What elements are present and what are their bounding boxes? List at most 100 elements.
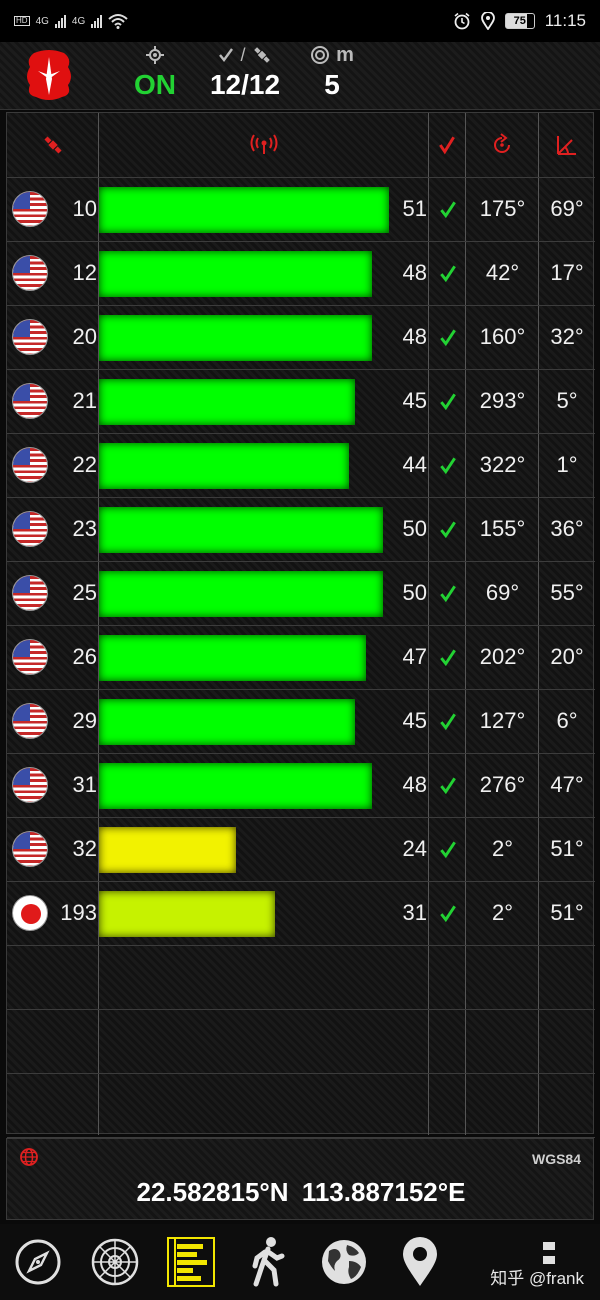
nav-walk-button[interactable] — [240, 1234, 296, 1290]
nav-radar-button[interactable] — [87, 1234, 143, 1290]
column-header-prn[interactable] — [7, 113, 98, 177]
used-in-fix — [429, 753, 466, 817]
alarm-icon — [454, 12, 470, 30]
snr-bar — [99, 251, 372, 297]
elevation-value: 47° — [550, 772, 584, 797]
nav-globe-button[interactable] — [316, 1234, 372, 1290]
used-in-fix — [429, 625, 466, 689]
satellite-prn: 29 — [72, 708, 97, 733]
hd-icon: HD — [14, 16, 30, 26]
sats-count-group: / 12/12 — [195, 42, 295, 102]
globe-small-icon — [20, 1148, 38, 1166]
used-in-fix — [429, 369, 466, 433]
snr-value: 44 — [402, 452, 427, 477]
satellite-row[interactable]: 32 24 2° 51° — [7, 817, 595, 881]
app-logo-icon — [27, 50, 71, 100]
azimuth-value: 160° — [479, 324, 526, 349]
gps-status-group: ON — [120, 42, 190, 102]
row-divider — [7, 177, 595, 178]
bottom-nav: 知乎 @frank — [0, 1224, 600, 1300]
snr-value: 31 — [402, 900, 427, 925]
satellite-row[interactable]: 10 51 175° 69° — [7, 177, 595, 241]
satellite-prn: 25 — [72, 580, 97, 605]
battery-icon: 75 — [504, 13, 535, 29]
satellite-prn: 26 — [72, 644, 97, 669]
row-divider — [7, 625, 595, 626]
signal-strength-header-icon — [250, 134, 277, 154]
satellite-row[interactable]: 31 48 276° 47° — [7, 753, 595, 817]
used-header-icon — [439, 136, 455, 155]
row-divider — [7, 945, 595, 946]
snr-value: 51 — [402, 196, 427, 221]
elevation-value: 6° — [556, 708, 578, 733]
azimuth-value: 175° — [479, 196, 526, 221]
used-check-icon — [439, 457, 456, 475]
elevation-value: 69° — [550, 196, 584, 221]
row-divider — [7, 497, 595, 498]
azimuth-value: 276° — [479, 772, 526, 797]
wifi-icon — [108, 14, 128, 29]
satellite-row[interactable]: 25 50 69° 55° — [7, 561, 595, 625]
satellite-prn: 22 — [72, 452, 97, 477]
satellite-row[interactable]: 23 50 155° 36° — [7, 497, 595, 561]
accuracy-group: m 5 — [300, 42, 364, 102]
azimuth-value: 127° — [479, 708, 526, 733]
satellite-row[interactable]: 193 31 2° 51° — [7, 881, 595, 945]
nav-location-button[interactable] — [392, 1234, 448, 1290]
nav-compass-button[interactable] — [10, 1234, 66, 1290]
row-divider — [7, 369, 595, 370]
snr-bar — [99, 635, 366, 681]
snr-bar — [99, 571, 383, 617]
used-in-fix — [429, 241, 466, 305]
nav-signal-button[interactable] — [163, 1234, 219, 1290]
flag-usa-icon — [12, 575, 48, 611]
satellite-row[interactable]: 26 47 202° 20° — [7, 625, 595, 689]
status-left: HD 4G 4G — [14, 13, 128, 29]
elevation-value: 5° — [556, 388, 578, 413]
elevation-value: 1° — [556, 452, 578, 477]
network-type-2: 4G — [71, 15, 86, 27]
snr-bar — [99, 443, 349, 489]
row-divider — [7, 561, 595, 562]
satellite-row[interactable]: 29 45 127° 6° — [7, 689, 595, 753]
column-header-signal[interactable] — [99, 113, 428, 177]
satellite-prn: 12 — [72, 260, 97, 285]
column-header-azimuth[interactable] — [466, 113, 538, 177]
elevation-value: 55° — [550, 580, 584, 605]
snr-value: 47 — [402, 644, 427, 669]
gps-status: ON — [134, 69, 176, 100]
used-check-icon — [439, 585, 456, 603]
flag-usa-icon — [12, 703, 48, 739]
flag-usa-icon — [12, 511, 48, 547]
azimuth-value: 69° — [485, 580, 520, 605]
satellite-row[interactable]: 12 48 42° 17° — [7, 241, 595, 305]
column-header-elevation[interactable] — [539, 113, 595, 177]
satellite-row[interactable]: 22 44 322° 1° — [7, 433, 595, 497]
elevation-value: 20° — [550, 644, 584, 669]
watermark-text: 知乎 @frank — [490, 1269, 584, 1288]
satellite-row[interactable]: 20 48 160° 32° — [7, 305, 595, 369]
gps-fix-icon — [146, 46, 164, 64]
datum-label: WGS84 — [531, 1151, 581, 1167]
satellite-table[interactable]: 10 51 175° 69° 12 48 42° 17° 20 48 160° 32° 21 45 293°… — [6, 112, 595, 1138]
radar-icon — [91, 1238, 139, 1286]
row-divider — [7, 305, 595, 306]
coordinates-panel[interactable]: WGS84 22.582815°N 113.887152°E — [6, 1138, 594, 1220]
flag-japan-icon — [12, 895, 48, 931]
gps-header: ON / 12/12 m 5 — [0, 42, 600, 110]
snr-value: 45 — [402, 708, 427, 733]
status-right: 75 11:15 — [453, 11, 586, 31]
used-check-icon — [439, 265, 456, 283]
map-pin-icon — [403, 1237, 437, 1286]
signal-icon — [54, 14, 66, 28]
used-in-fix — [429, 177, 466, 241]
column-header-used[interactable] — [429, 113, 465, 177]
satellite-prn: 193 — [60, 900, 97, 925]
flag-usa-icon — [12, 191, 48, 227]
satellite-prn: 23 — [72, 516, 97, 541]
row-divider — [7, 241, 595, 242]
snr-bar — [99, 507, 383, 553]
satellite-row[interactable]: 21 45 293° 5° — [7, 369, 595, 433]
accuracy-unit: m — [336, 43, 354, 66]
flag-usa-icon — [12, 383, 48, 419]
